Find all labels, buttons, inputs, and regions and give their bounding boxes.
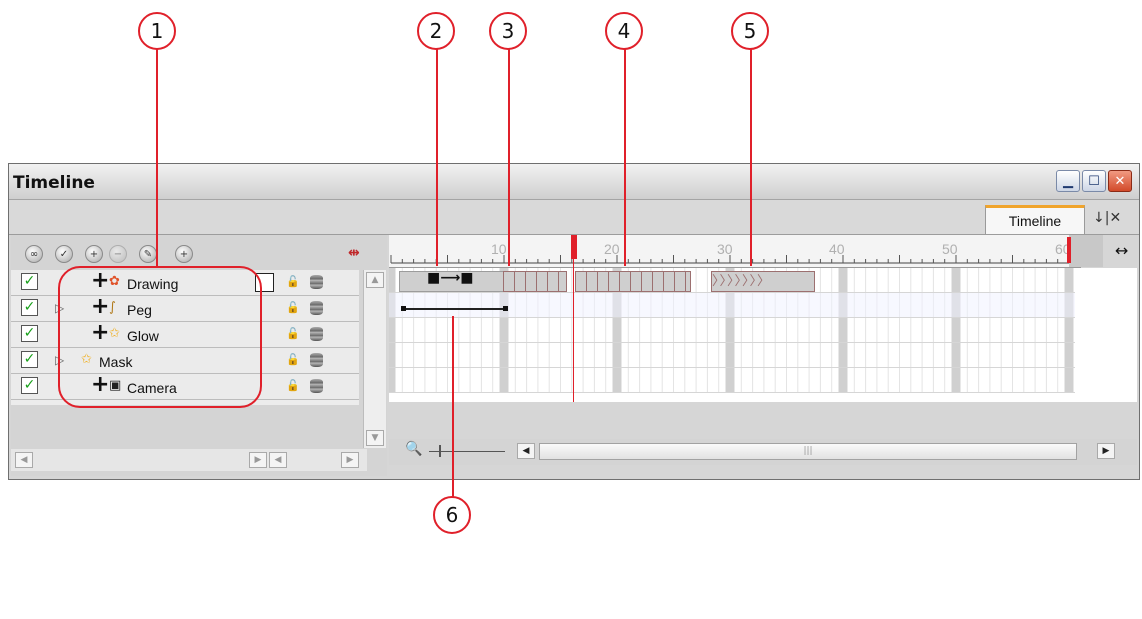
timeline-horizontal-scrollbar[interactable]: 🔍 ◀ ||| ▶ bbox=[389, 439, 1137, 465]
expand-collapse-icon[interactable]: ⇹ bbox=[348, 245, 360, 261]
lock-icon[interactable]: 🔓 bbox=[286, 275, 300, 288]
timeline-scroll-right[interactable]: ▶ bbox=[1097, 443, 1115, 459]
callout-5: 5 bbox=[731, 12, 769, 50]
layer-vertical-scrollbar[interactable]: ▲ ▼ bbox=[363, 270, 386, 448]
layer-enable-checkbox[interactable]: ✓ bbox=[21, 325, 38, 342]
delete-layer-icon[interactable]: − bbox=[109, 245, 127, 263]
database-icon[interactable] bbox=[310, 327, 323, 341]
layer-horizontal-scrollbar[interactable]: ◀ ▶ ◀ ▶ bbox=[11, 449, 367, 471]
exposure-grid[interactable]: ■⟶■ 〉〉〉〉〉〉〉 bbox=[389, 268, 1137, 402]
ruler-label-20: 20 bbox=[604, 241, 620, 257]
playhead-line[interactable] bbox=[573, 259, 574, 402]
layer-enable-checkbox[interactable]: ✓ bbox=[21, 351, 38, 368]
timeline-scroll-thumb[interactable]: ||| bbox=[539, 443, 1077, 460]
minimize-button[interactable]: ▁ bbox=[1056, 170, 1080, 192]
scroll-left-button-2[interactable]: ◀ bbox=[269, 452, 287, 468]
timeline-scroll-left[interactable]: ◀ bbox=[517, 443, 535, 459]
callout-line-4 bbox=[624, 48, 626, 266]
hold-arrow-icon: ■⟶■ bbox=[427, 270, 474, 286]
add-peg-icon[interactable]: + bbox=[175, 245, 193, 263]
callout-6: 6 bbox=[433, 496, 471, 534]
scroll-left-button[interactable]: ◀ bbox=[15, 452, 33, 468]
track-camera[interactable] bbox=[389, 368, 1075, 393]
peg-segment[interactable] bbox=[403, 308, 507, 310]
end-marker-area[interactable] bbox=[1069, 235, 1103, 267]
maximize-button[interactable]: ☐ bbox=[1082, 170, 1106, 192]
database-icon[interactable] bbox=[310, 379, 323, 393]
layer-enable-checkbox[interactable]: ✓ bbox=[21, 377, 38, 394]
scroll-right-button-2[interactable]: ▶ bbox=[341, 452, 359, 468]
zoom-icon[interactable]: 🔍 bbox=[405, 441, 422, 457]
maximize-icon: ☐ bbox=[1088, 173, 1100, 189]
keyframe-block-a[interactable] bbox=[503, 271, 567, 292]
callout-line-5 bbox=[750, 48, 752, 266]
callout-2: 2 bbox=[417, 12, 455, 50]
show-all-icon[interactable]: ∞ bbox=[25, 245, 43, 263]
database-icon[interactable] bbox=[310, 353, 323, 367]
layer-enable-checkbox[interactable]: ✓ bbox=[21, 299, 38, 316]
callout-line-3 bbox=[508, 48, 510, 266]
minimize-icon: ▁ bbox=[1063, 173, 1073, 189]
tab-timeline[interactable]: Timeline bbox=[985, 205, 1085, 234]
callout-1: 1 bbox=[138, 12, 176, 50]
scroll-up-button[interactable]: ▲ bbox=[366, 272, 384, 288]
peg-keyframe-end[interactable] bbox=[503, 306, 508, 311]
callout-4: 4 bbox=[605, 12, 643, 50]
peg-keyframe-start[interactable] bbox=[401, 306, 406, 311]
close-icon: ✕ bbox=[1114, 173, 1126, 189]
timeline-area: 10 20 30 40 50 60 ↔ ■⟶■ 〉〉〉〉〉〉〉 🔍 ◀ ||| … bbox=[389, 235, 1137, 476]
layer-list-highlight bbox=[58, 266, 262, 408]
frame-ruler[interactable]: 10 20 30 40 50 60 bbox=[389, 235, 1081, 268]
lock-icon[interactable]: 🔓 bbox=[286, 301, 300, 314]
add-drawing-layer-icon[interactable]: ✎ bbox=[139, 245, 157, 263]
playhead-handle[interactable] bbox=[571, 235, 577, 259]
add-layer-icon[interactable]: + bbox=[85, 245, 103, 263]
track-peg[interactable] bbox=[389, 293, 1075, 318]
toggle-visibility-icon[interactable]: ✓ bbox=[55, 245, 73, 263]
track-glow[interactable] bbox=[389, 318, 1075, 343]
tab-menu-icon[interactable]: ↓|✕ bbox=[1093, 210, 1121, 226]
callout-line-1 bbox=[156, 48, 158, 268]
keyframe-block-b[interactable] bbox=[575, 271, 691, 292]
ruler-label-30: 30 bbox=[717, 241, 733, 257]
database-icon[interactable] bbox=[310, 301, 323, 315]
zoom-slider-handle[interactable] bbox=[439, 445, 441, 457]
scene-end-marker[interactable] bbox=[1067, 237, 1071, 263]
ruler-label-50: 50 bbox=[942, 241, 958, 257]
ruler-label-10: 10 bbox=[491, 241, 507, 257]
callout-3: 3 bbox=[489, 12, 527, 50]
timeline-resize-icon[interactable]: ↔ bbox=[1115, 241, 1128, 260]
lock-icon[interactable]: 🔓 bbox=[286, 379, 300, 392]
ruler-label-40: 40 bbox=[829, 241, 845, 257]
tween-block[interactable]: 〉〉〉〉〉〉〉 bbox=[711, 271, 815, 292]
scroll-right-button[interactable]: ▶ bbox=[249, 452, 267, 468]
callout-line-6 bbox=[452, 316, 454, 498]
close-button[interactable]: ✕ bbox=[1108, 170, 1132, 192]
scroll-down-button[interactable]: ▼ bbox=[366, 430, 384, 446]
lock-icon[interactable]: 🔓 bbox=[286, 327, 300, 340]
title-bar: Timeline ▁ ☐ ✕ bbox=[9, 164, 1139, 200]
tab-row: Timeline ↓|✕ bbox=[9, 200, 1139, 235]
lock-icon[interactable]: 🔓 bbox=[286, 353, 300, 366]
track-mask[interactable] bbox=[389, 343, 1075, 368]
window-title: Timeline bbox=[13, 173, 95, 193]
database-icon[interactable] bbox=[310, 275, 323, 289]
callout-line-2 bbox=[436, 48, 438, 266]
layer-enable-checkbox[interactable]: ✓ bbox=[21, 273, 38, 290]
